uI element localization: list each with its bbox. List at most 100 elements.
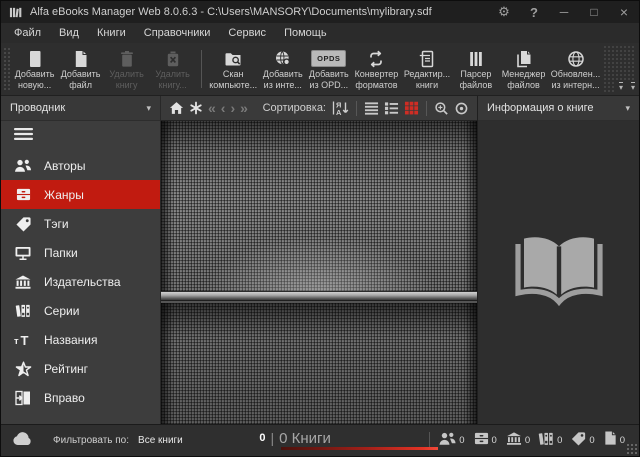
asterisk-icon[interactable]: [189, 101, 203, 115]
bookshelf-stage: [161, 121, 477, 424]
grid-view-icon[interactable]: [404, 101, 419, 115]
menu-help[interactable]: Помощь: [275, 25, 336, 41]
add-file-button[interactable]: Добавить файл: [58, 45, 104, 93]
sidebar-item-dock-right[interactable]: Вправо: [1, 383, 160, 412]
book-placeholder-area: [478, 121, 639, 424]
last-page-icon[interactable]: »: [240, 101, 248, 115]
file-manager-button[interactable]: Менеджер файлов: [499, 45, 548, 93]
scan-computer-button[interactable]: Скан компьюте...: [207, 45, 260, 93]
toolbar-grip[interactable]: [3, 47, 10, 91]
delete-book-button[interactable]: Удалить книгу: [104, 45, 150, 93]
binders-icon: [538, 431, 555, 451]
toolbar-button-label: Скан компьюте...: [209, 69, 258, 90]
toolbar-overflow-icon[interactable]: ▾: [630, 82, 635, 92]
authors-icon: [13, 158, 33, 173]
detail-view-icon[interactable]: [384, 101, 399, 115]
count-separator: |: [270, 430, 275, 446]
update-from-internet-button[interactable]: Обновлен... из интерн...: [548, 45, 603, 93]
cloud-icon[interactable]: [11, 431, 35, 451]
status-bar: Фильтровать по: Все книги 0 | 0 Книги 0 …: [1, 424, 639, 456]
menu-references[interactable]: Справочники: [135, 25, 220, 41]
sidebar-item-series[interactable]: Серии: [1, 296, 160, 325]
authors-icon: [438, 431, 457, 451]
menu-view[interactable]: Вид: [50, 25, 88, 41]
sidebar-item-genres[interactable]: Жанры: [1, 180, 160, 209]
tags-counter: 0: [570, 431, 595, 451]
globe-search-icon: [273, 48, 293, 69]
sort-order-icon[interactable]: ЯА: [331, 100, 349, 116]
toolbar-button-label: Удалить книгу: [109, 69, 144, 90]
chevron-down-icon[interactable]: ▾: [146, 103, 151, 114]
toolbar-button-label: Парсер файлов: [459, 69, 493, 90]
toolbar-button-label: Добавить новую...: [14, 69, 55, 90]
sidebar-item-folders[interactable]: Папки: [1, 238, 160, 267]
sidebar-item-label: Серии: [44, 303, 80, 318]
add-from-internet-button[interactable]: Добавить из инте...: [260, 45, 306, 93]
filter-label: Фильтровать по:: [53, 435, 130, 446]
maximize-button[interactable]: □: [579, 1, 609, 23]
settings-gear-icon[interactable]: ⚙: [489, 1, 519, 23]
chevron-down-icon[interactable]: ▾: [625, 103, 630, 114]
folder-search-icon: [223, 48, 243, 69]
preview-eye-icon[interactable]: [454, 101, 469, 116]
progress-bar: [281, 447, 438, 450]
close-button[interactable]: ×: [609, 1, 639, 23]
sidebar-item-tags[interactable]: Тэги: [1, 209, 160, 238]
book-info-panel: Информация о книге ▾: [477, 96, 639, 424]
explorer-header-label: Проводник: [10, 102, 66, 114]
title-bar: Alfa eBooks Manager Web 8.0.6.3 - C:\Use…: [1, 1, 639, 23]
toolbar-overflow-icon[interactable]: ▾: [618, 82, 623, 92]
toolbar-button-label: Добавить файл: [60, 69, 101, 90]
navbar-separator: [426, 100, 427, 116]
add-new-book-button[interactable]: Добавить новую...: [12, 45, 58, 93]
main-toolbar: Добавить новую... Добавить файл Удалить кни…: [1, 43, 639, 96]
counters-zone: 0 0 0 0 0 0: [429, 430, 639, 451]
tag-icon: [570, 431, 587, 451]
edit-document-icon: [417, 48, 437, 69]
open-book-icon: [511, 229, 607, 316]
sidebar-item-publishers[interactable]: Издательства: [1, 267, 160, 296]
delete-book-more-button[interactable]: Удалить книгу...: [150, 45, 196, 93]
filter-zone: Фильтровать по: Все книги: [1, 431, 183, 451]
home-icon[interactable]: [169, 101, 184, 115]
help-icon[interactable]: ?: [519, 1, 549, 23]
prev-page-icon[interactable]: ‹: [221, 101, 226, 115]
sidebar-item-label: Авторы: [44, 158, 86, 173]
genres-drawer-icon: [473, 431, 490, 451]
titles-icon: тТ: [13, 332, 33, 347]
first-page-icon[interactable]: «: [208, 101, 216, 115]
window-controls: ⚙ ? ─ □ ×: [489, 1, 639, 23]
sidebar-menu-button[interactable]: [1, 121, 160, 151]
opds-badge-icon: OPDS: [311, 48, 347, 69]
svg-text:т: т: [14, 336, 19, 347]
list-view-icon[interactable]: [364, 101, 379, 115]
menu-books[interactable]: Книги: [88, 25, 135, 41]
toolbar-separator: [200, 50, 202, 88]
menu-service[interactable]: Сервис: [219, 25, 275, 41]
genres-counter: 0: [473, 431, 497, 451]
sidebar-item-label: Папки: [44, 245, 78, 260]
file-parser-button[interactable]: Парсер файлов: [453, 45, 499, 93]
total-count: 0 Книги: [279, 429, 331, 447]
minimize-button[interactable]: ─: [549, 1, 579, 23]
sidebar-item-titles[interactable]: тТ Названия: [1, 325, 160, 354]
book-info-header[interactable]: Информация о книге ▾: [478, 96, 639, 121]
menu-file[interactable]: Файл: [5, 25, 50, 41]
add-from-opds-button[interactable]: OPDS Добавить из OPD...: [306, 45, 352, 93]
toolbar-button-label: Конвертер форматов: [354, 69, 399, 90]
sidebar-item-authors[interactable]: Авторы: [1, 151, 160, 180]
next-page-icon[interactable]: ›: [230, 101, 235, 115]
svg-text:Т: Т: [21, 333, 29, 347]
sidebar-item-rating[interactable]: Рейтинг: [1, 354, 160, 383]
resize-grip[interactable]: [627, 444, 638, 455]
explorer-header[interactable]: Проводник ▾: [1, 96, 160, 121]
dock-right-icon: [13, 390, 33, 406]
series-counter: 0: [538, 431, 562, 451]
sidebar-item-label: Рейтинг: [44, 361, 89, 376]
explorer-sidebar: Проводник ▾ Авторы Жанры Тэги Папки Изда…: [1, 96, 161, 424]
format-converter-button[interactable]: Конвертер форматов: [352, 45, 401, 93]
trash-x-icon: [163, 48, 183, 69]
edit-book-button[interactable]: Редактир... книги: [401, 45, 453, 93]
zoom-icon[interactable]: [434, 101, 449, 116]
sort-label: Сортировка:: [262, 102, 326, 114]
